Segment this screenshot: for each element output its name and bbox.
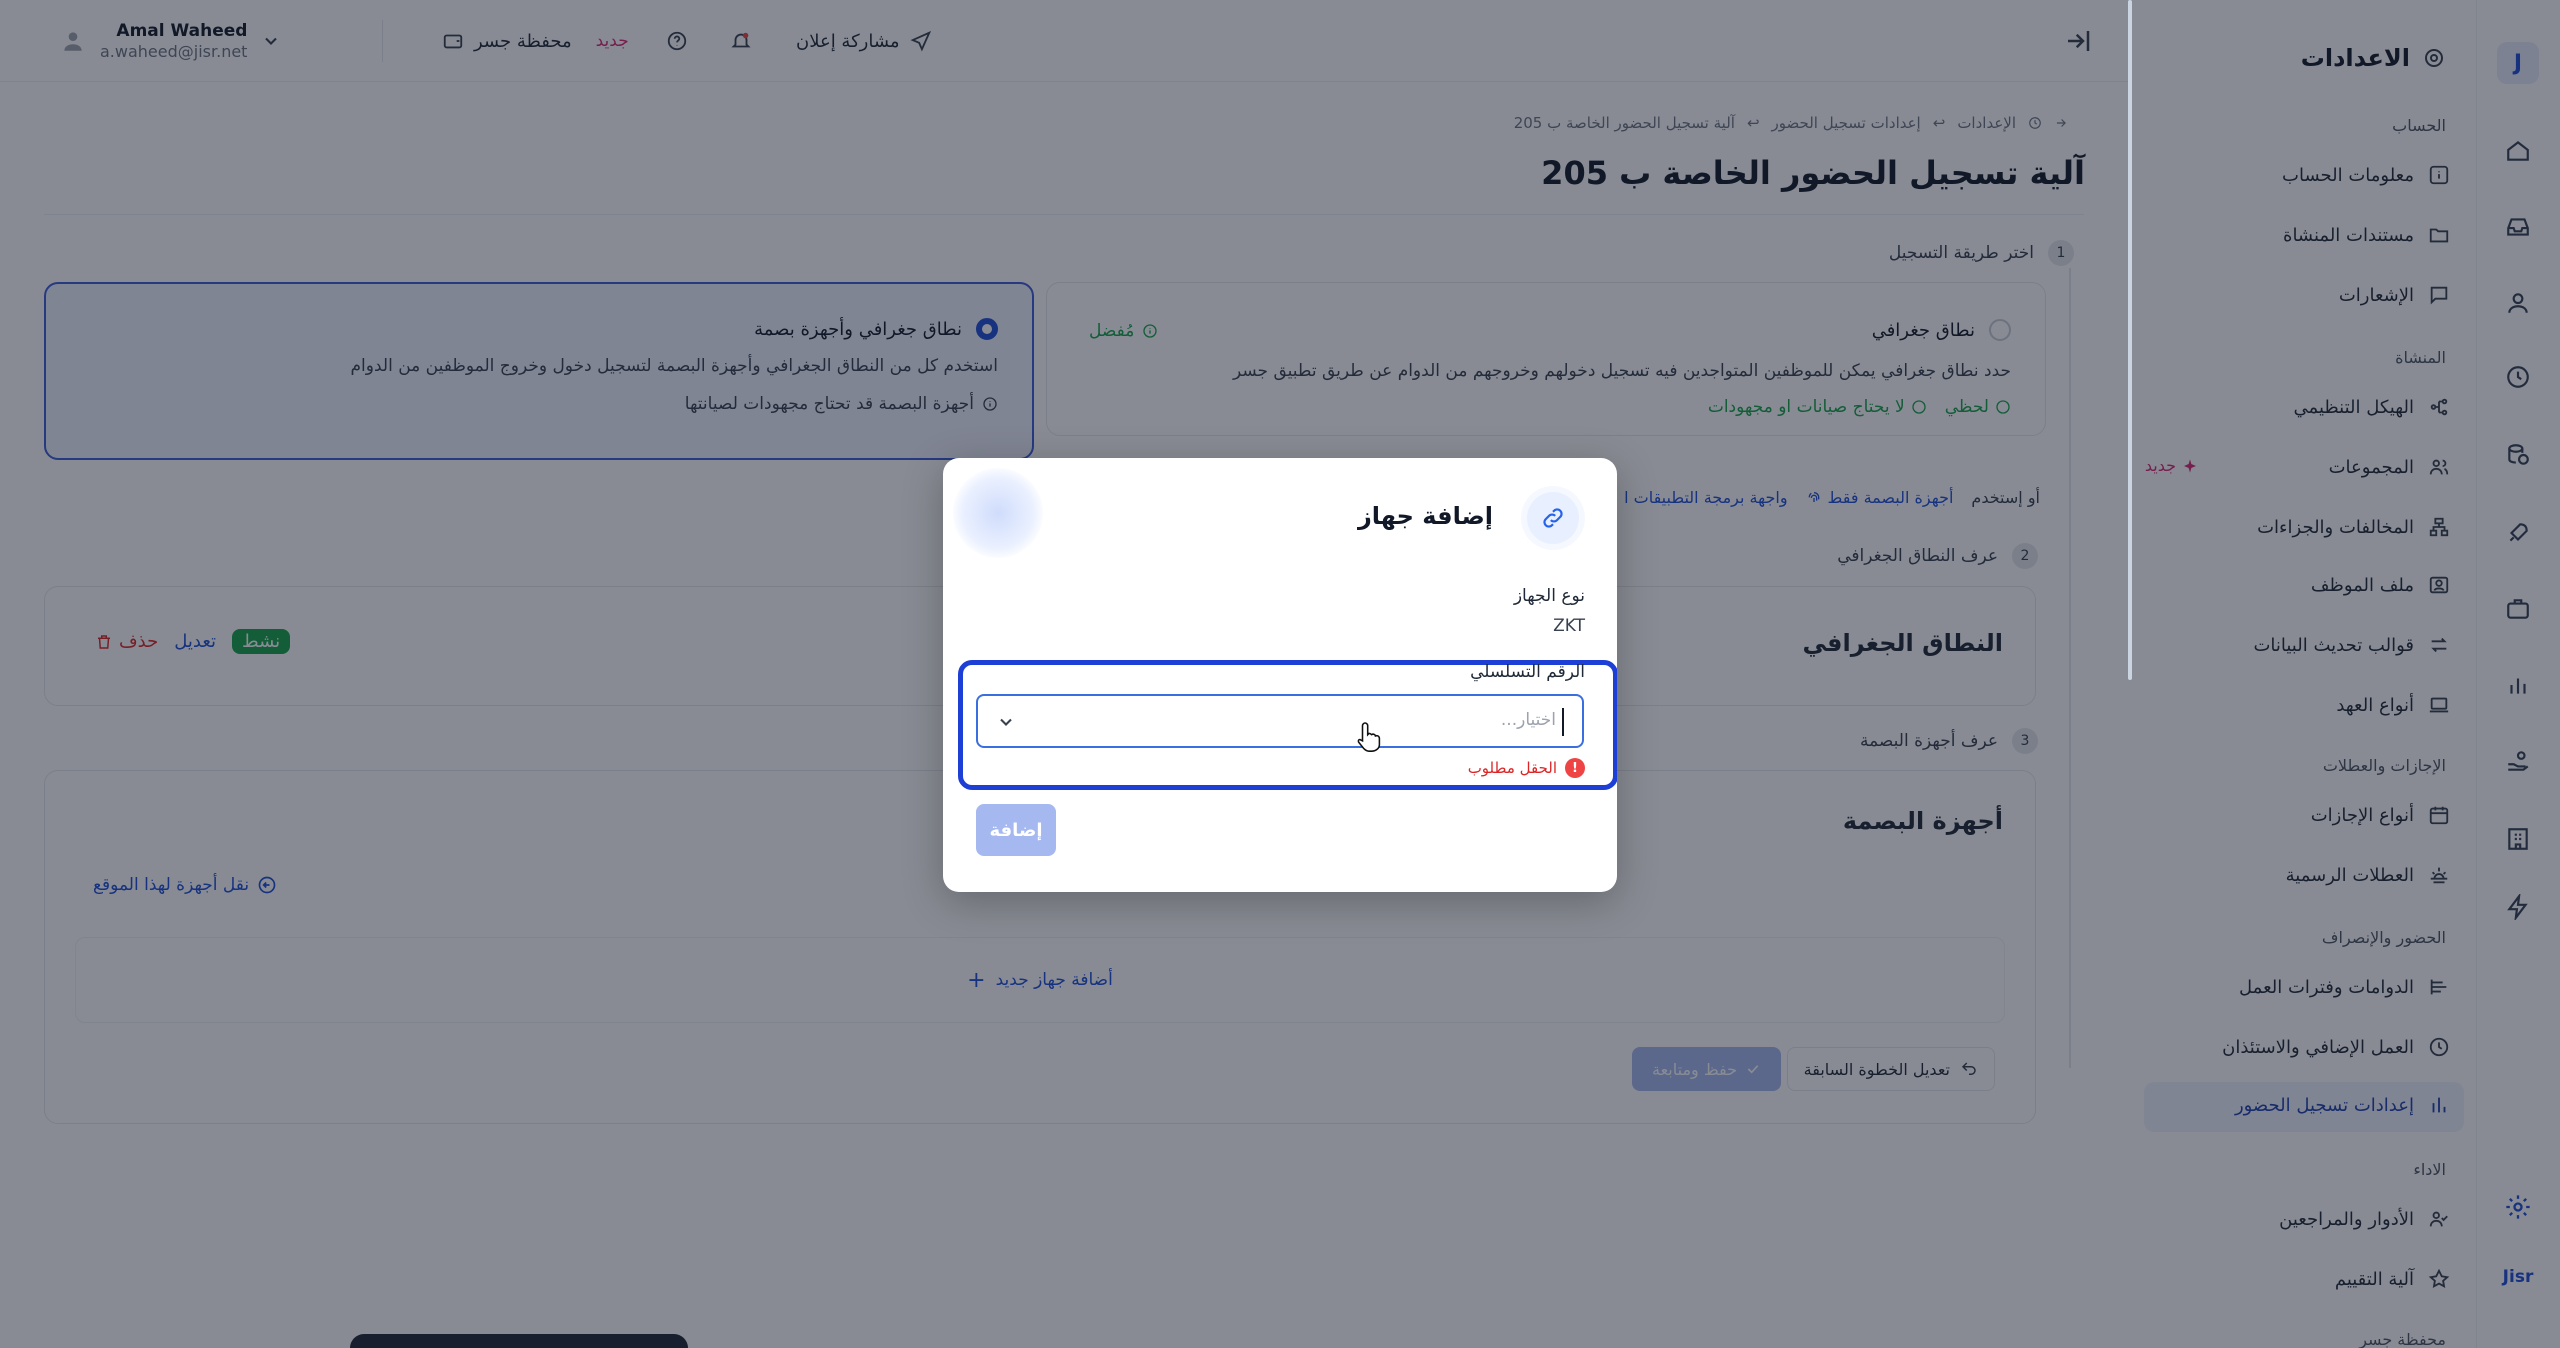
text-caret [1562,708,1564,736]
modal-title: إضافة جهاز [1357,502,1493,530]
error-icon: ! [1565,758,1585,778]
required-error: ! الحقل مطلوب [1468,758,1585,778]
link-icon [1527,492,1579,544]
error-text: الحقل مطلوب [1467,759,1557,777]
pointer-cursor-icon [1357,722,1381,752]
add-submit-button[interactable]: إضافة [976,804,1056,856]
add-device-modal: إضافة جهاز نوع الجهاز ZKT الرقم التسلسلي… [943,458,1617,892]
device-type-value: ZKT [1553,616,1585,636]
serial-placeholder: اختيار... [1500,710,1556,730]
decorative-blob [953,468,1043,558]
serial-number-select[interactable]: اختيار... [976,694,1584,748]
serial-number-label: الرقم التسلسلي [1470,662,1585,682]
main-scrollbar[interactable] [2128,0,2132,680]
chevron-down-icon[interactable] [996,712,1016,732]
device-type-label: نوع الجهاز [1513,586,1585,606]
